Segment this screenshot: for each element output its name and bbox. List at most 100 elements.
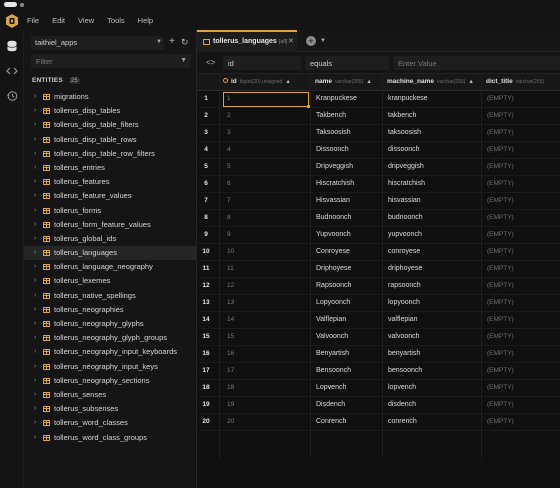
cell-machine-name[interactable]: dripveggish xyxy=(388,163,424,170)
cell-name[interactable]: Budnoonch xyxy=(316,214,351,221)
cell-id[interactable]: 6 xyxy=(227,180,231,187)
cell-id[interactable]: 19 xyxy=(227,401,234,408)
filter-operator-select[interactable]: equals xyxy=(305,56,389,70)
close-icon[interactable]: ✕ xyxy=(288,37,294,45)
chevron-right-icon[interactable]: › xyxy=(34,306,36,313)
sidebar-item-tollerus-neography-glyph-groups[interactable]: › tollerus_neography_glyph_groups xyxy=(24,331,196,345)
cell-id[interactable]: 5 xyxy=(227,163,231,170)
cell-machine-name[interactable]: lopyoonch xyxy=(388,299,420,306)
cell-machine-name[interactable]: kranpuckese xyxy=(388,95,428,102)
table-row[interactable]: 5 5 Dripveggish dripveggish (EMPTY) xyxy=(197,159,560,176)
cell-id[interactable]: 17 xyxy=(227,367,234,374)
cell-machine-name[interactable]: valvoonch xyxy=(388,333,420,340)
chevron-right-icon[interactable]: › xyxy=(34,107,36,114)
chevron-right-icon[interactable]: › xyxy=(34,434,36,441)
filter-field-select[interactable]: id xyxy=(223,56,301,70)
cell-name[interactable]: Lopvench xyxy=(316,384,346,391)
cell-dict-title[interactable]: (EMPTY) xyxy=(487,350,514,357)
sidebar-item-tollerus-language-neography[interactable]: › tollerus_language_neography xyxy=(24,260,196,274)
add-icon[interactable]: + xyxy=(169,36,175,47)
sidebar-item-tollerus-disp-table-row-filters[interactable]: › tollerus_disp_table_row_filters xyxy=(24,147,196,161)
cell-id[interactable]: 11 xyxy=(227,265,234,272)
sidebar-item-tollerus-neography-input-keyboards[interactable]: › tollerus_neography_input_keyboards xyxy=(24,345,196,359)
cell-name[interactable]: Bensoonch xyxy=(316,367,351,374)
sidebar-item-tollerus-entries[interactable]: › tollerus_entries xyxy=(24,161,196,175)
cell-machine-name[interactable]: hiscratchish xyxy=(388,180,425,187)
chevron-right-icon[interactable]: › xyxy=(34,164,36,171)
column-header-name[interactable]: name varchar(255) ▲ xyxy=(315,78,372,85)
cell-dict-title[interactable]: (EMPTY) xyxy=(487,248,514,255)
sidebar-item-tollerus-feature-values[interactable]: › tollerus_feature_values xyxy=(24,189,196,203)
cell-id[interactable]: 3 xyxy=(227,129,231,136)
chevron-right-icon[interactable]: › xyxy=(34,249,36,256)
sort-asc-icon[interactable]: ▲ xyxy=(285,79,290,85)
cell-name[interactable]: Valvoonch xyxy=(316,333,348,340)
menu-help[interactable]: Help xyxy=(138,16,153,25)
entity-filter-input[interactable]: Filter ▼ xyxy=(31,54,191,68)
cell-name[interactable]: Dissoonch xyxy=(316,146,349,153)
cell-dict-title[interactable]: (EMPTY) xyxy=(487,265,514,272)
sidebar-item-tollerus-word-class-groups[interactable]: › tollerus_word_class_groups xyxy=(24,431,196,445)
menu-edit[interactable]: Edit xyxy=(52,16,65,25)
table-row[interactable]: 7 7 Hisvassian hisvassian (EMPTY) xyxy=(197,193,560,210)
cell-name[interactable]: Kranpuckese xyxy=(316,95,357,102)
cell-name[interactable]: Taksoosish xyxy=(316,129,351,136)
cell-machine-name[interactable]: driphoyese xyxy=(388,265,422,272)
sidebar-item-tollerus-word-classes[interactable]: › tollerus_word_classes xyxy=(24,416,196,430)
cell-name[interactable]: Dripveggish xyxy=(316,163,353,170)
cell-machine-name[interactable]: conroyese xyxy=(388,248,420,255)
chevron-right-icon[interactable]: › xyxy=(34,334,36,341)
cell-name[interactable]: Disdench xyxy=(316,401,345,408)
sidebar-item-tollerus-lexemes[interactable]: › tollerus_lexemes xyxy=(24,274,196,288)
cell-id[interactable]: 7 xyxy=(227,197,231,204)
cell-id[interactable]: 1 xyxy=(227,95,231,102)
sidebar-item-tollerus-languages[interactable]: › tollerus_languages xyxy=(24,246,196,261)
chevron-right-icon[interactable]: › xyxy=(34,178,36,185)
cell-name[interactable]: Hiscratchish xyxy=(316,180,354,187)
chevron-right-icon[interactable]: › xyxy=(34,348,36,355)
cell-dict-title[interactable]: (EMPTY) xyxy=(487,299,514,306)
cell-dict-title[interactable]: (EMPTY) xyxy=(487,163,514,170)
chevron-right-icon[interactable]: › xyxy=(34,207,36,214)
cell-dict-title[interactable]: (EMPTY) xyxy=(487,180,514,187)
table-row[interactable]: 19 19 Disdench disdench (EMPTY) xyxy=(197,397,560,414)
chevron-right-icon[interactable]: › xyxy=(34,419,36,426)
sidebar-item-tollerus-neography-input-keys[interactable]: › tollerus_neography_input_keys xyxy=(24,360,196,374)
cell-name[interactable]: Yupvoonch xyxy=(316,231,351,238)
sidebar-item-tollerus-neography-sections[interactable]: › tollerus_neography_sections xyxy=(24,374,196,388)
sidebar-item-tollerus-senses[interactable]: › tollerus_senses xyxy=(24,388,196,402)
chevron-right-icon[interactable]: › xyxy=(34,391,36,398)
table-row[interactable]: 2 2 Takbench takbench (EMPTY) xyxy=(197,108,560,125)
cell-name[interactable]: Valflepian xyxy=(316,316,346,323)
cell-dict-title[interactable]: (EMPTY) xyxy=(487,401,514,408)
sidebar-item-tollerus-disp-table-rows[interactable]: › tollerus_disp_table_rows xyxy=(24,133,196,147)
window-controls[interactable] xyxy=(4,2,24,7)
connection-dropdown[interactable]: taithiel_apps ▼ xyxy=(31,36,164,50)
cell-machine-name[interactable]: rapsoonch xyxy=(388,282,421,289)
chevron-down-icon[interactable]: ▼ xyxy=(320,38,326,44)
sidebar-item-tollerus-global-ids[interactable]: › tollerus_global_ids xyxy=(24,232,196,246)
cell-id[interactable]: 20 xyxy=(227,418,234,425)
chevron-right-icon[interactable]: › xyxy=(34,150,36,157)
table-row[interactable]: 1 1 Kranpuckese kranpuckese (EMPTY) xyxy=(197,91,560,108)
cell-machine-name[interactable]: benyartish xyxy=(388,350,420,357)
chevron-right-icon[interactable]: › xyxy=(34,405,36,412)
chevron-right-icon[interactable]: › xyxy=(34,192,36,199)
cell-machine-name[interactable]: conrench xyxy=(388,418,417,425)
table-row[interactable]: 18 18 Lopvench lopvench (EMPTY) xyxy=(197,380,560,397)
cell-dict-title[interactable]: (EMPTY) xyxy=(487,214,514,221)
cell-machine-name[interactable]: yupvoonch xyxy=(388,231,422,238)
table-row[interactable]: 9 9 Yupvoonch yupvoonch (EMPTY) xyxy=(197,227,560,244)
refresh-icon[interactable]: ↻ xyxy=(181,37,189,48)
cell-id[interactable]: 9 xyxy=(227,231,231,238)
table-row[interactable]: 10 10 Conroyese conroyese (EMPTY) xyxy=(197,244,560,261)
chevron-right-icon[interactable]: › xyxy=(34,121,36,128)
cell-id[interactable]: 8 xyxy=(227,214,231,221)
table-row[interactable]: 16 16 Benyartish benyartish (EMPTY) xyxy=(197,346,560,363)
cell-id[interactable]: 18 xyxy=(227,384,234,391)
table-row[interactable]: 17 17 Bensoonch bensoonch (EMPTY) xyxy=(197,363,560,380)
sidebar-item-tollerus-features[interactable]: › tollerus_features xyxy=(24,175,196,189)
table-row[interactable]: 4 4 Dissoonch dissoonch (EMPTY) xyxy=(197,142,560,159)
cell-name[interactable]: Conroyese xyxy=(316,248,350,255)
cell-machine-name[interactable]: budnoonch xyxy=(388,214,423,221)
